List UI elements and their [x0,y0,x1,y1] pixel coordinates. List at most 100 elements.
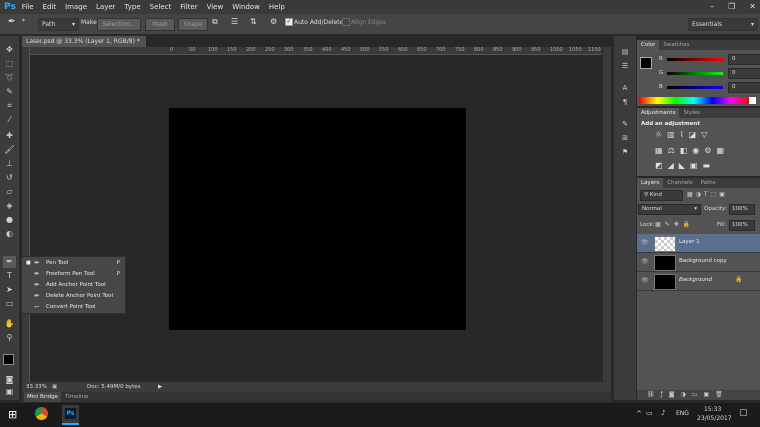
layer-filter-icons[interactable]: ▦◑T⬚▣ [687,191,728,198]
color-lookup-icon[interactable]: ▦ [716,146,724,155]
pen-tool-preset-icon[interactable]: ✒ [8,17,16,27]
flyout-item-convert-point-tool[interactable]: ⌐ Convert Point Tool [22,302,125,312]
menu-image[interactable]: Image [65,3,87,11]
crop-tool-icon[interactable]: ⌗ [3,100,16,112]
align-edges-checkbox[interactable] [342,18,350,26]
curves-icon[interactable]: ⌇ [680,130,684,139]
quick-selection-tool-icon[interactable]: ✎ [3,86,16,98]
network-icon[interactable]: ▭ [646,409,653,417]
tool-presets-panel-icon[interactable]: ⚑ [620,148,630,156]
clock-time[interactable]: 15:33 [704,406,721,413]
levels-icon[interactable]: ▥ [667,130,675,139]
visibility-eye-icon[interactable]: 👁 [641,277,649,284]
auto-add-delete-checkbox[interactable]: ✓ [285,18,293,26]
flyout-item-delete-anchor-point-tool[interactable]: ✒ Delete Anchor Point Tool [22,291,125,301]
make-mask-button[interactable]: Mask [145,18,175,31]
foreground-color-swatch[interactable] [3,354,14,365]
tab-swatches[interactable]: Swatches [659,40,693,50]
path-selection-tool-icon[interactable]: ➤ [3,284,16,296]
quick-mask-icon[interactable]: ◙ [3,374,16,386]
fill-input[interactable]: 100% [729,220,755,231]
blend-mode-select[interactable]: Normal ▾ [638,204,701,215]
menu-edit[interactable]: Edit [43,3,57,11]
blur-tool-icon[interactable]: ● [3,214,16,226]
path-arrangement-icon[interactable]: ⇅ [250,17,257,26]
history-panel-icon[interactable]: ▤ [620,48,630,56]
minimize-button[interactable]: – [710,2,714,11]
path-alignment-icon[interactable]: ☰ [231,17,238,26]
black-white-icon[interactable]: ◧ [680,146,688,155]
menu-help[interactable]: Help [269,3,285,11]
tab-channels[interactable]: Channels [663,178,696,188]
visibility-eye-icon[interactable]: 👁 [641,239,649,246]
lock-icons[interactable]: ▦✎✥🔒 [655,221,694,228]
restore-button[interactable]: ❐ [728,2,735,11]
hue-saturation-icon[interactable]: ▦ [655,146,663,155]
visibility-eye-icon[interactable]: 👁 [641,258,649,265]
menu-filter[interactable]: Filter [180,3,197,11]
gear-icon[interactable]: ⚙ [270,17,277,26]
vibrance-icon[interactable]: ▽ [701,130,707,139]
healing-brush-tool-icon[interactable]: ✚ [3,130,16,142]
exposure-icon[interactable]: ◪ [689,130,697,139]
tab-paths[interactable]: Paths [697,178,720,188]
zoom-level[interactable]: 33.33% [26,382,47,392]
threshold-icon[interactable]: ◣ [679,161,685,170]
brush-tool-icon[interactable]: 🖌 [3,144,16,156]
notifications-icon[interactable]: ▢ [739,408,748,418]
path-operations-icon[interactable]: ⧉ [212,17,218,27]
invert-icon[interactable]: ◩ [655,161,663,170]
make-selection-button[interactable]: Selection... [97,18,141,31]
menu-type[interactable]: Type [125,3,141,11]
tab-color[interactable]: Color [637,40,660,50]
eyedropper-tool-icon[interactable]: ⁄ [3,114,16,126]
tool-mode-select[interactable]: Path ▾ [38,18,79,31]
lasso-tool-icon[interactable]: ➰ [3,72,16,84]
layers-footer-icons[interactable]: ⛓ƒ◙◑▭▣🗑 [637,390,760,400]
brightness-contrast-icon[interactable]: ☼ [655,130,662,139]
channel-g-slider[interactable] [667,72,723,75]
menu-file[interactable]: File [22,3,34,11]
channel-b-slider[interactable] [667,86,723,89]
workspace-select[interactable]: Essentials ▾ [688,18,758,31]
menu-view[interactable]: View [207,3,224,11]
layer-row[interactable]: 👁 Background 🔒 [637,272,760,291]
make-shape-button[interactable]: Shape [178,18,208,31]
vertical-scrollbar[interactable] [603,47,611,382]
channel-r-value[interactable]: 0 [728,54,760,65]
zoom-tool-icon[interactable]: ⚲ [3,332,16,344]
marquee-tool-icon[interactable]: ⬚ [3,58,16,70]
clock-date[interactable]: 23/05/2017 [697,415,732,422]
status-info-icon[interactable]: ▣ [52,382,57,392]
language-indicator[interactable]: ENG [676,410,689,417]
history-brush-tool-icon[interactable]: ↺ [3,172,16,184]
windows-start-icon[interactable]: ⊞ [8,408,17,421]
menu-window[interactable]: Window [232,3,260,11]
channel-b-value[interactable]: 0 [728,82,760,93]
chevron-down-icon[interactable]: ▾ [22,17,25,24]
type-tool-icon[interactable]: T [3,270,16,282]
volume-icon[interactable]: ♪ [661,409,665,417]
eraser-tool-icon[interactable]: ▱ [3,186,16,198]
chevron-up-icon[interactable]: ^ [636,410,642,418]
dodge-tool-icon[interactable]: ◐ [3,228,16,240]
layer-row[interactable]: 👁 Background copy [637,253,760,272]
paint-bucket-tool-icon[interactable]: ◈ [3,200,16,212]
menu-select[interactable]: Select [150,3,172,11]
white-swatch[interactable] [749,97,756,104]
rectangle-tool-icon[interactable]: ▭ [3,298,16,310]
clone-source-panel-icon[interactable]: ⊞ [620,134,630,142]
flyout-item-add-anchor-point-tool[interactable]: ✒ Add Anchor Point Tool [22,280,125,290]
status-menu-arrow-icon[interactable]: ▶ [158,382,162,392]
menu-layer[interactable]: Layer [96,3,116,11]
tab-adjustments[interactable]: Adjustments [637,108,680,118]
flyout-item-pen-tool[interactable]: ■ ✒ Pen Tool P [22,258,125,268]
gradient-map-icon[interactable]: ▬ [702,161,710,170]
photoshop-taskbar-button[interactable]: Ps [62,405,79,425]
posterize-icon[interactable]: ◢ [668,161,674,170]
photo-filter-icon[interactable]: ◉ [692,146,699,155]
channel-g-value[interactable]: 0 [728,68,760,79]
pen-tool-icon[interactable]: ✒ [3,256,16,268]
brush-panel-icon[interactable]: ✎ [620,120,630,128]
document-canvas[interactable] [169,108,466,330]
